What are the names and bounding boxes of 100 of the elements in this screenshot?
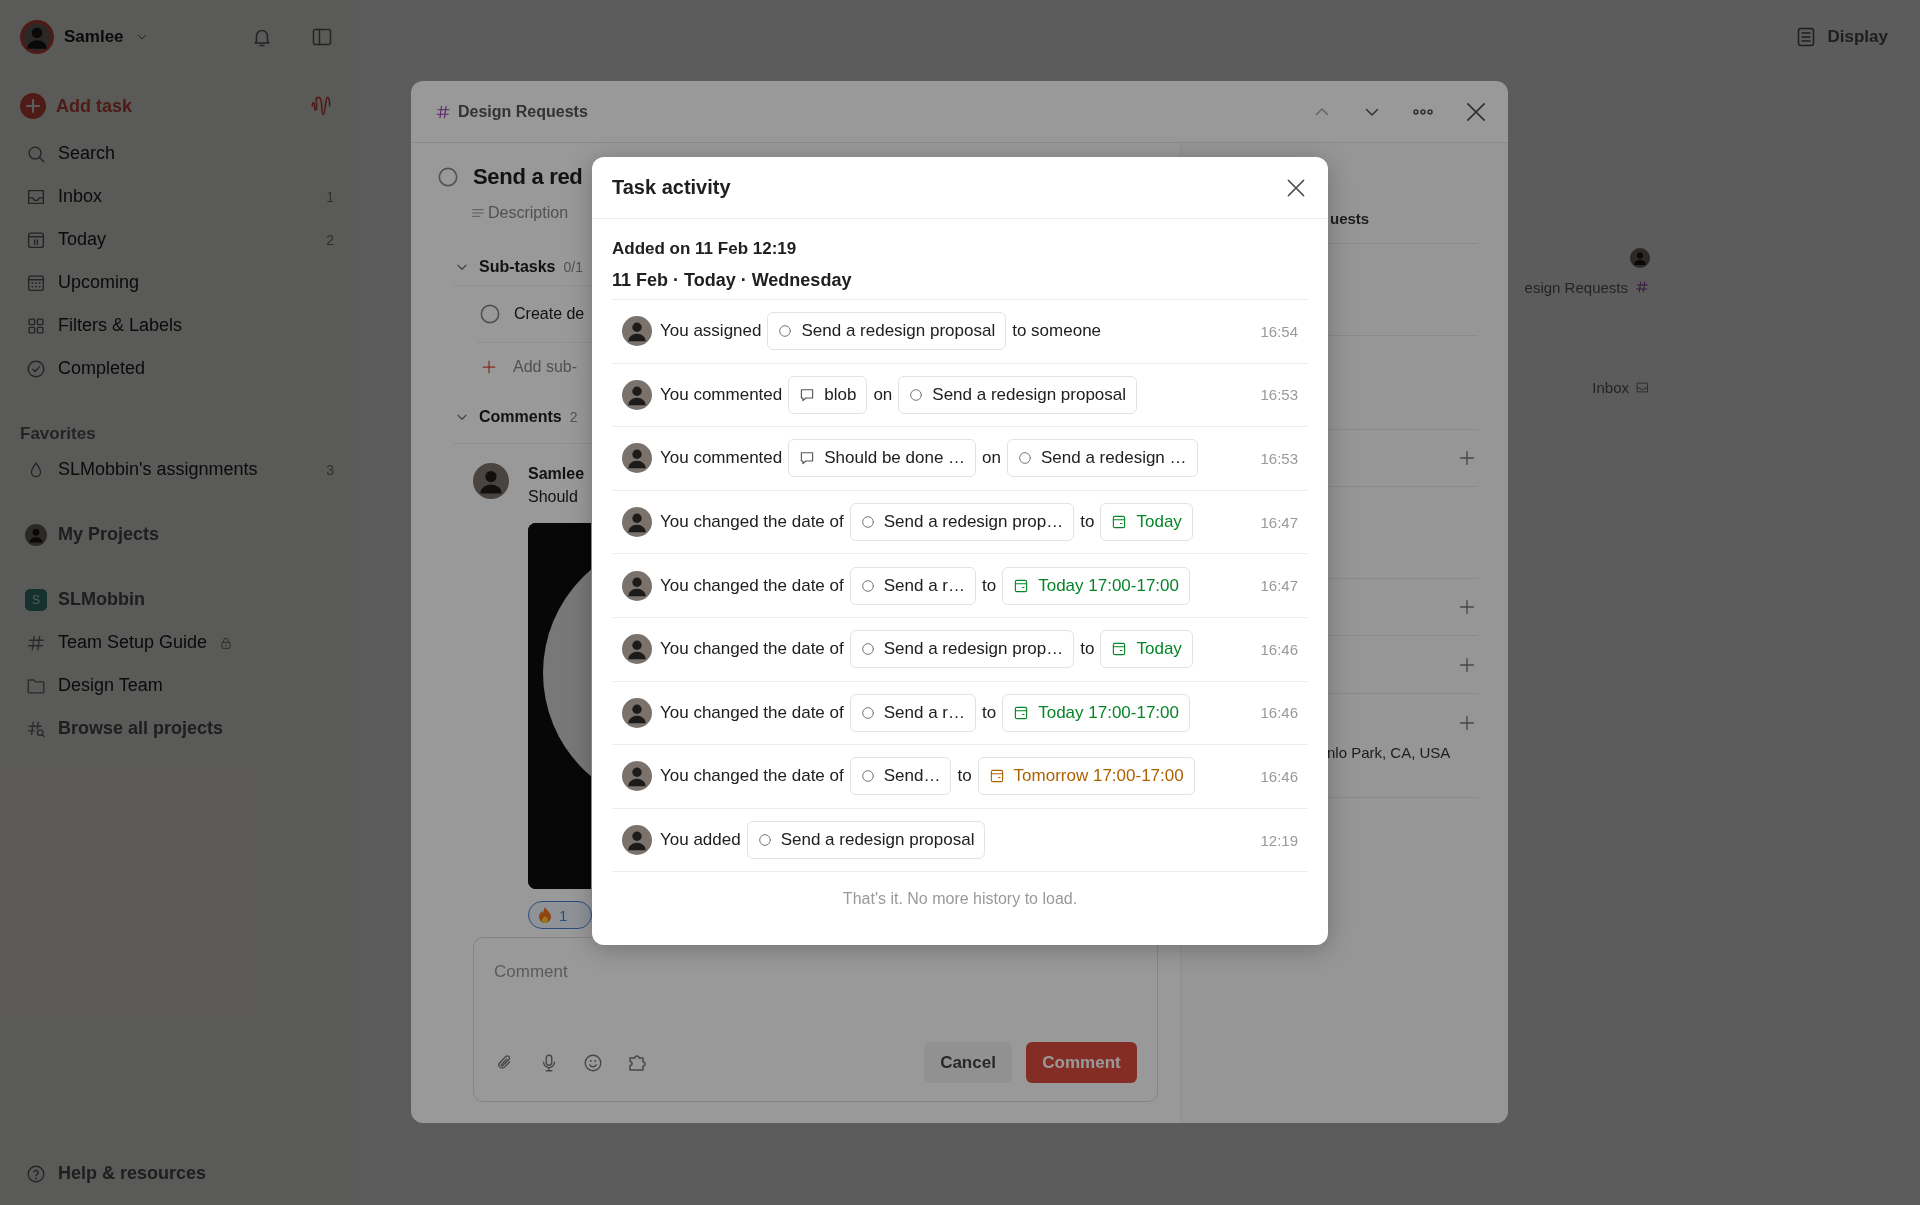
date-chip[interactable]: Tomorrow 17:00-17:00: [977, 757, 1195, 796]
nav-item[interactable]: Inbox: [58, 186, 103, 207]
dialog-title: Task activity: [612, 176, 731, 199]
avatar: [622, 697, 652, 728]
task-circle-icon: [1017, 450, 1033, 467]
workspace-badge: S: [25, 588, 47, 611]
nav-item[interactable]: My Projects: [58, 524, 160, 545]
activity-text: You commented: [660, 448, 783, 469]
avatar: [622, 634, 652, 665]
activity-time: 16:47: [1260, 577, 1298, 595]
task-circle-icon: [756, 832, 773, 849]
avatar: [473, 463, 509, 499]
avatar: [622, 379, 652, 410]
comment-count: 2: [569, 409, 578, 425]
activity-time: 16:54: [1260, 322, 1298, 340]
section-title: Sub-tasks: [479, 258, 556, 276]
task-chip[interactable]: Send…: [849, 757, 952, 796]
nav-item[interactable]: Today: [58, 229, 107, 250]
activity-time: 16:46: [1260, 640, 1298, 658]
activity-time: 16:53: [1260, 450, 1298, 467]
inbox-icon: [1635, 379, 1650, 395]
location-label: nlo Park, CA, USA: [1326, 742, 1452, 763]
task-circle-icon: [777, 323, 794, 340]
activity-text: You changed the date of: [660, 766, 844, 787]
hash-icon: [1634, 279, 1650, 295]
nav-item[interactable]: Search: [58, 143, 116, 164]
activity-time: 16:53: [1260, 386, 1298, 404]
task-chip[interactable]: Send a redesign proposal: [898, 375, 1138, 414]
activity-time: 12:19: [1260, 831, 1298, 849]
nav-item[interactable]: Team Setup Guide: [58, 632, 208, 653]
subtask-title[interactable]: Create de: [514, 305, 585, 323]
date-chip[interactable]: Today: [1100, 630, 1193, 669]
subtask-count: 0/1: [563, 259, 583, 275]
activity-text: You added: [660, 830, 741, 851]
avatar: [622, 507, 652, 538]
task-chip[interactable]: Send a redesign …: [1007, 439, 1198, 478]
task-circle-icon: [859, 704, 876, 721]
date-chip[interactable]: Today: [1100, 503, 1193, 542]
cancel-button[interactable]: Cancel: [924, 1042, 1012, 1083]
activity-text: You changed the date of: [660, 702, 844, 723]
activity-text: You changed the date of: [660, 512, 844, 533]
task-circle-icon: [859, 641, 876, 658]
add-icon[interactable]: [20, 93, 46, 119]
nav-item[interactable]: Help & resources: [58, 1163, 207, 1184]
activity-time: 16:47: [1260, 513, 1298, 531]
user-name[interactable]: Samlee: [64, 27, 124, 47]
comment-author: Samlee: [528, 464, 586, 484]
project-label: Inbox: [1592, 378, 1629, 396]
task-circle-icon: [859, 514, 876, 531]
task-chip[interactable]: Send a r…: [849, 566, 976, 605]
project-label: uests: [1330, 210, 1370, 227]
activity-text: to someone: [1012, 321, 1102, 342]
activity-text: to: [957, 766, 972, 787]
nav-item[interactable]: Browse all projects: [58, 718, 224, 739]
avatar: [1630, 248, 1650, 268]
fire-icon: [537, 906, 553, 924]
day-heading: 11 Feb · Today · Wednesday: [612, 268, 1308, 300]
comment-chip[interactable]: blob: [788, 375, 868, 414]
end-of-history-note: That's it. No more history to load.: [841, 890, 1079, 909]
task-chip[interactable]: Send a redesign proposal: [746, 821, 986, 860]
activity-text: on: [982, 448, 1001, 469]
activity-text: on: [873, 384, 893, 405]
project-link[interactable]: Design Requests: [458, 102, 588, 121]
task-chip[interactable]: Send a redesign prop…: [849, 503, 1075, 542]
avatar: [622, 570, 652, 601]
nav-item[interactable]: SLMobbin's assignments: [58, 459, 258, 480]
avatar: [622, 761, 652, 792]
task-title[interactable]: Send a red: [473, 164, 583, 190]
nav-item[interactable]: Upcoming: [58, 272, 140, 293]
task-circle-icon: [859, 768, 876, 785]
reaction-pill[interactable]: 1: [528, 901, 592, 929]
comment-button[interactable]: Comment: [1026, 1042, 1137, 1083]
activity-time: 16:46: [1260, 767, 1298, 785]
activity-text: to: [1080, 639, 1095, 660]
project-label: esign Requests: [1524, 278, 1628, 296]
activity-text: You assigned: [660, 321, 762, 342]
add-subtask-link[interactable]: Add sub-: [513, 358, 578, 376]
section-title: Comments: [479, 408, 562, 426]
task-circle-icon: [859, 577, 876, 594]
task-chip[interactable]: Send a redesign prop…: [849, 630, 1075, 669]
task-chip[interactable]: Send a redesign proposal: [767, 312, 1007, 351]
display-button[interactable]: Display: [1827, 27, 1888, 47]
comment-chip[interactable]: Should be done …: [788, 439, 977, 478]
activity-time: 16:46: [1260, 704, 1298, 722]
task-circle-icon: [908, 386, 925, 403]
description-field[interactable]: Description: [488, 204, 569, 222]
nav-item[interactable]: SLMobbin: [58, 589, 145, 610]
activity-text: to: [982, 575, 997, 596]
activity-text: You changed the date of: [660, 575, 844, 596]
added-date: Added on 11 Feb 12:19: [612, 238, 798, 260]
nav-item[interactable]: Design Team: [58, 675, 163, 696]
avatar: [20, 20, 54, 54]
date-chip[interactable]: Today 17:00-17:00: [1002, 566, 1190, 605]
task-chip[interactable]: Send a r…: [849, 693, 976, 732]
nav-item[interactable]: Filters & Labels: [58, 315, 183, 336]
comment-text: Should: [528, 487, 579, 507]
nav-item[interactable]: Completed: [58, 358, 146, 379]
avatar: [622, 316, 652, 347]
activity-text: to: [1080, 512, 1095, 533]
date-chip[interactable]: Today 17:00-17:00: [1002, 693, 1190, 732]
